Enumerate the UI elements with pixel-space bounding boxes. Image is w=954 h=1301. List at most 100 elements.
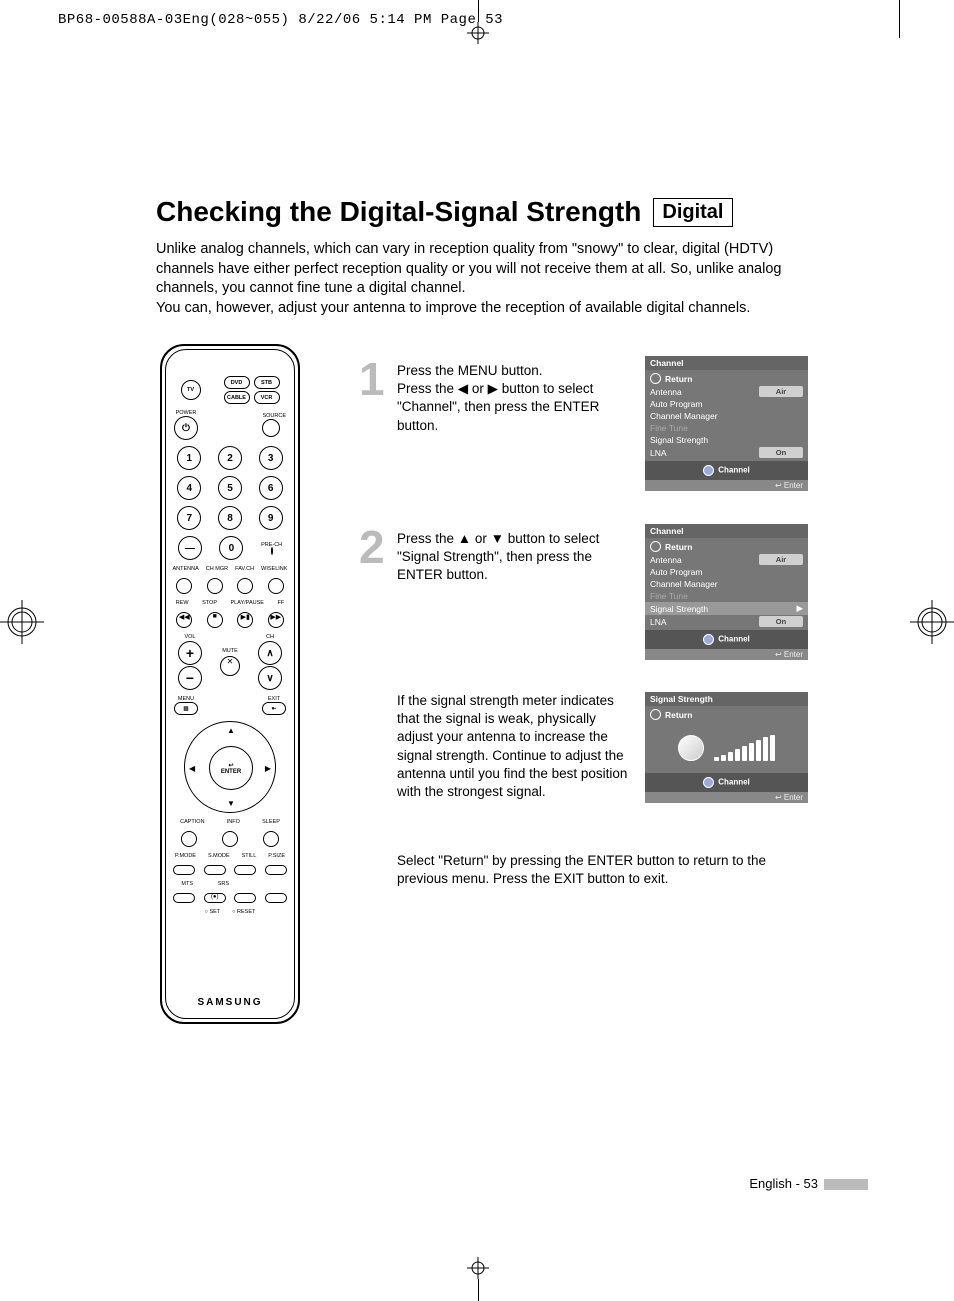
label: FF (277, 600, 284, 606)
key-3: 3 (259, 446, 283, 470)
step-2: 2 Press the ▲ or ▼ button to select "Sig… (363, 530, 603, 585)
blank-button (265, 893, 287, 903)
key-dash: — (178, 536, 202, 560)
label: STILL (242, 853, 257, 859)
osd-item: LNA (650, 448, 667, 458)
key-1: 1 (177, 446, 201, 470)
vol-up: + (178, 641, 202, 665)
label: MENU (174, 696, 198, 702)
tv-button: TV (181, 380, 201, 400)
label: ○ RESET (232, 909, 255, 915)
label: FAV.CH (235, 566, 254, 572)
label: CAPTION (180, 819, 204, 825)
page-number: English - 53 (749, 1176, 868, 1191)
label: WISELINK (261, 566, 287, 572)
osd-return: Return (650, 541, 692, 552)
osd-value: Air (759, 386, 803, 397)
exit-button: ⇤ (262, 702, 286, 715)
osd-return: Return (650, 373, 692, 384)
key-8: 8 (218, 506, 242, 530)
stop-button: ■ (207, 612, 223, 628)
step-text: Press the MENU button. Press the ◀ or ▶ … (397, 362, 603, 435)
caption-button (181, 831, 197, 847)
favch-button (237, 578, 253, 594)
osd-enter-hint: ↩ Enter (645, 792, 808, 803)
label: P.MODE (175, 853, 196, 859)
osd-value: On (759, 616, 803, 627)
sleep-button (263, 831, 279, 847)
intro-paragraph: Unlike analog channels, which can vary i… (156, 240, 800, 318)
key-7: 7 (177, 506, 201, 530)
mts-button (173, 893, 195, 903)
source-button (262, 419, 280, 437)
label: STOP (202, 600, 217, 606)
step-number: 1 (359, 356, 385, 402)
label: REW (176, 600, 189, 606)
osd-item: Fine Tune (650, 591, 688, 601)
osd-item: Channel Manager (650, 411, 718, 421)
ff-button: ▶▶ (268, 612, 284, 628)
osd-channel-menu-2: Channel Return AntennaAir Auto Program C… (645, 524, 808, 660)
enter-button: ↩ENTER (209, 746, 253, 790)
psize-button (265, 865, 287, 875)
label: SRS (218, 881, 229, 887)
label: P.SIZE (268, 853, 285, 859)
signal-bars (714, 735, 775, 761)
dpad: ▲ ▼ ◀ ▶ ↩ENTER (184, 721, 276, 813)
source-label: SOURCE (262, 413, 286, 419)
key-5: 5 (218, 476, 242, 500)
key-9: 9 (259, 506, 283, 530)
vol-down: − (178, 666, 202, 690)
vcr-button: VCR (254, 391, 280, 404)
registration-mark (0, 600, 44, 644)
cable-button: CABLE (224, 391, 250, 404)
key-6: 6 (259, 476, 283, 500)
osd-item: Auto Program (650, 567, 702, 577)
crop-mark (478, 1279, 479, 1301)
note-3: If the signal strength meter indicates t… (397, 692, 632, 801)
osd-title: Channel (645, 356, 808, 370)
wiselink-button (268, 578, 284, 594)
chmgr-button (207, 578, 223, 594)
info-button (222, 831, 238, 847)
label: INFO (227, 819, 240, 825)
label: SLEEP (262, 819, 280, 825)
label: PLAY/PAUSE (231, 600, 264, 606)
print-header: BP68-00588A-03Eng(028~055) 8/22/06 5:14 … (58, 12, 503, 28)
remote-control-diagram: TV DVD STB CABLE VCR POWER ⏻ SOURCE (160, 344, 300, 1024)
osd-return: Return (650, 709, 692, 720)
label: MUTE (222, 648, 238, 654)
arrow-down-icon: ▼ (227, 799, 235, 808)
label: VOL (184, 634, 195, 640)
prech-button (271, 547, 273, 555)
crop-mark (899, 0, 900, 38)
arrow-left-icon: ◀ (189, 764, 195, 773)
key-0: 0 (219, 536, 243, 560)
osd-item: Antenna (650, 387, 682, 397)
stb-button: STB (254, 376, 280, 389)
arrow-right-icon: ▶ (265, 764, 271, 773)
osd-channel-footer: Channel (645, 630, 808, 649)
dish-icon (678, 735, 704, 761)
mute-button: ✕ (220, 656, 240, 676)
osd-item: Fine Tune (650, 423, 688, 433)
osd-item: Antenna (650, 555, 682, 565)
power-label: POWER (174, 410, 198, 416)
ch-down: ∨ (258, 666, 282, 690)
label: S.MODE (208, 853, 230, 859)
key-2: 2 (218, 446, 242, 470)
osd-item: Signal Strength (650, 435, 708, 445)
still-button (234, 865, 256, 875)
osd-signal-strength: Signal Strength Return Channel ↩ Enter (645, 692, 808, 803)
smode-button (204, 865, 226, 875)
label: CH MGR (206, 566, 228, 572)
osd-channel-menu-1: Channel Return Antenna Air Auto Program C… (645, 356, 808, 491)
key-4: 4 (177, 476, 201, 500)
rew-button: ◀◀ (176, 612, 192, 628)
blank-button (234, 893, 256, 903)
arrow-up-icon: ▲ (227, 726, 235, 735)
registration-mark (910, 600, 954, 644)
registration-mark (467, 1257, 489, 1279)
osd-item: Auto Program (650, 399, 702, 409)
digital-tag: Digital (653, 198, 732, 227)
